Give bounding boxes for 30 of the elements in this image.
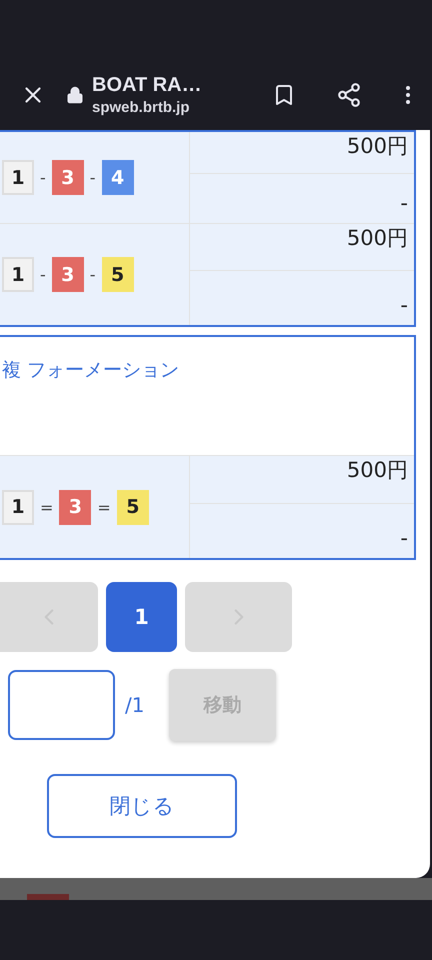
share-icon[interactable] [336, 82, 362, 108]
lock-icon [66, 86, 84, 104]
separator: - [90, 168, 96, 187]
boat-number: 3 [52, 257, 84, 292]
boat-number: 1 [2, 490, 34, 524]
page-button[interactable]: 1 [106, 582, 177, 652]
page-title: BOAT RA… [92, 74, 203, 97]
boat-number: 3 [52, 160, 84, 195]
boat-number: 5 [116, 490, 149, 524]
separator: - [90, 265, 96, 284]
page-total: /1 [125, 693, 146, 717]
boat-number: 5 [102, 257, 134, 292]
payout-text: - [400, 191, 408, 215]
boat-number: 3 [59, 490, 92, 524]
bet-type-title: 複 フォーメーション [2, 359, 180, 381]
boat-number: 1 [2, 160, 34, 195]
payout-text: - [400, 526, 408, 550]
boat-number: 4 [102, 160, 134, 195]
page-url: spweb.brtb.jp [92, 99, 190, 116]
amount-text: 500円 [346, 457, 408, 484]
amount-text: 500円 [346, 133, 408, 160]
payout-text: - [400, 293, 408, 317]
separator: = [40, 498, 54, 516]
amount-text: 500円 [346, 225, 408, 252]
page-input-field[interactable] [8, 670, 115, 740]
separator: = [97, 498, 111, 516]
close-button[interactable]: 閉じる [47, 774, 237, 838]
boat-number: 1 [2, 257, 34, 292]
separator: - [40, 168, 46, 187]
separator: - [40, 265, 46, 284]
